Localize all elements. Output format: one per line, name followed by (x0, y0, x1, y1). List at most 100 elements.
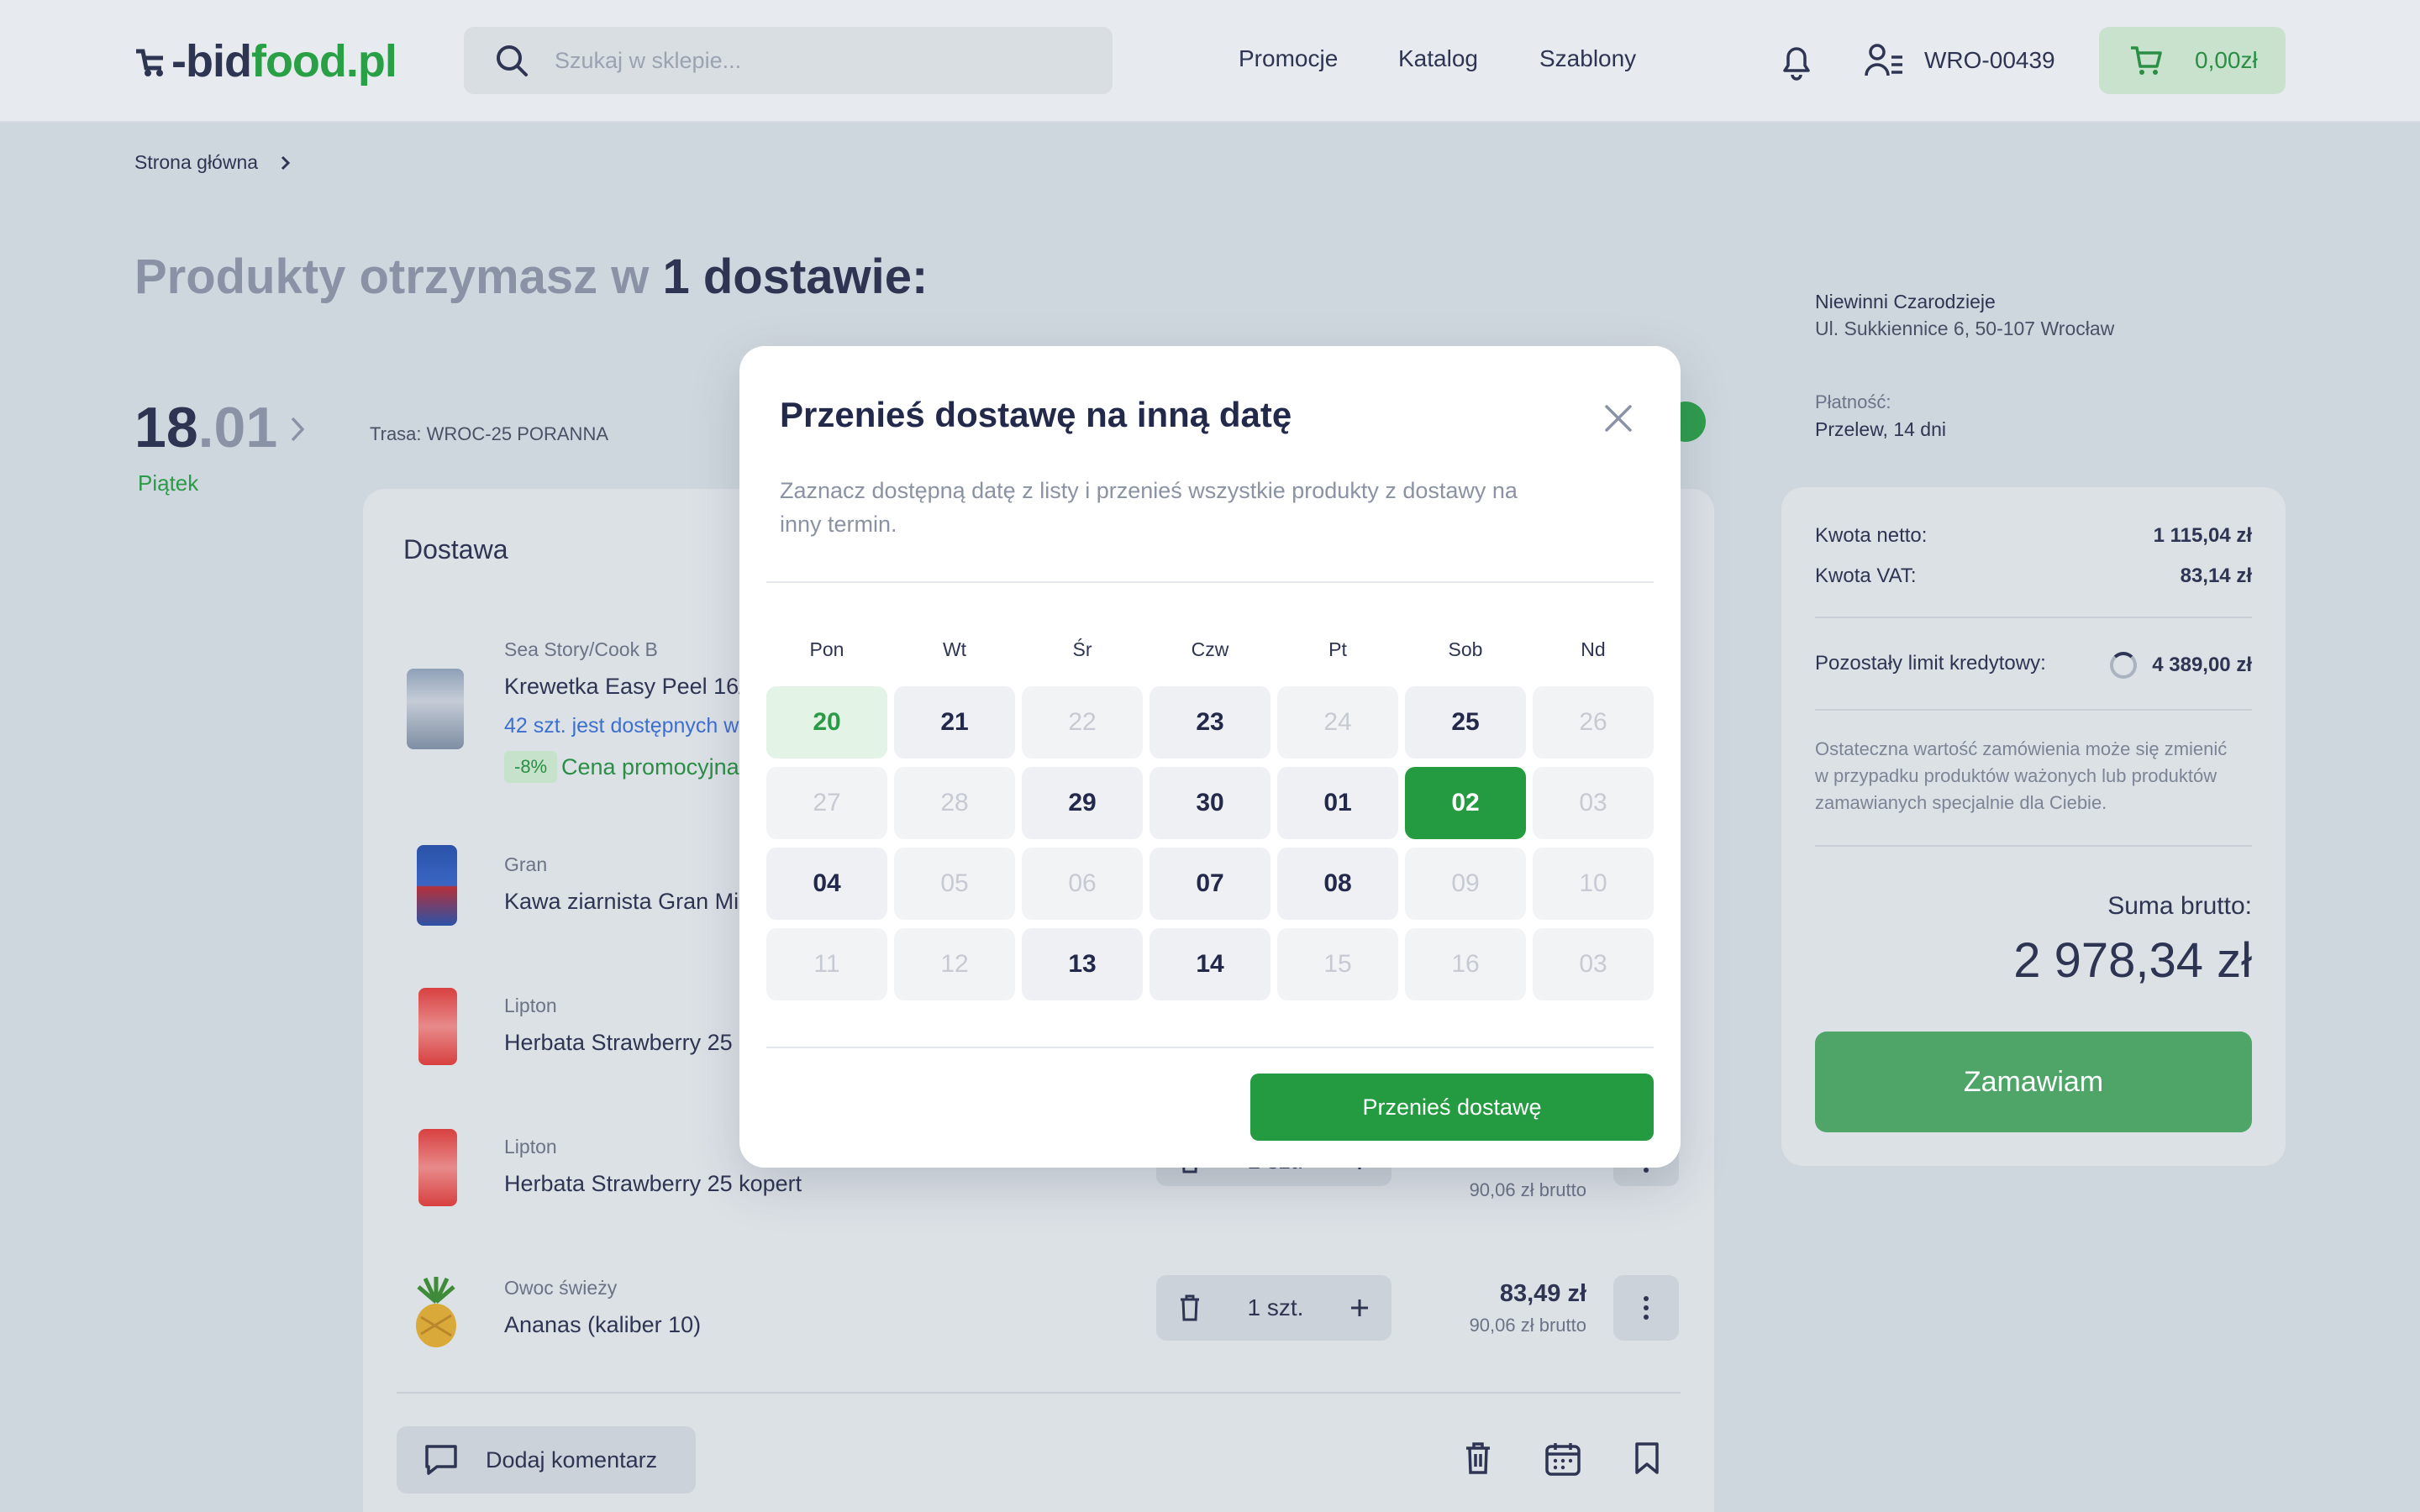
calendar-day[interactable]: 13 (1022, 928, 1143, 1000)
breadcrumb: Strona główna (134, 151, 292, 174)
place-order-button[interactable]: Zamawiam (1815, 1032, 2252, 1132)
weekday-label: Wt (942, 638, 967, 660)
add-comment-label: Dodaj komentarz (486, 1446, 658, 1473)
calendar-day-selected[interactable]: 02 (1405, 767, 1526, 839)
product-name[interactable]: Ananas (kaliber 10) (504, 1312, 701, 1338)
calendar-day[interactable]: 08 (1277, 848, 1398, 920)
breadcrumb-home[interactable]: Strona główna (134, 151, 258, 174)
bookmark-icon[interactable] (1634, 1441, 1660, 1475)
credit-label: Pozostały limit kredytowy: (1815, 652, 2046, 675)
product-image (407, 669, 464, 749)
calendar-day[interactable]: 07 (1150, 848, 1270, 920)
delivery-date-month: .01 (197, 396, 278, 459)
page-title: Produkty otrzymasz w 1 dostawie: (134, 249, 928, 305)
logo-text-bid: -bid (171, 36, 252, 87)
cart-icon (2131, 46, 2162, 75)
vat-label: Kwota VAT: (1815, 564, 1917, 587)
chevron-right-icon (281, 155, 291, 170)
credit-limit-row: Pozostały limit kredytowy: 4 389,00 zł (1815, 652, 2252, 679)
product-brand: Sea Story/Cook B (504, 638, 658, 660)
dialog-title: Przenieś dostawę na inną datę (780, 395, 1292, 434)
search-bar[interactable] (464, 27, 1113, 94)
calendar-day: 27 (766, 767, 887, 839)
top-header: -bidfood.pl Promocje Katalog Szablony WR… (0, 0, 2420, 123)
more-icon (1644, 1296, 1649, 1320)
nav-szablony[interactable]: Szablony (1539, 45, 1636, 72)
calendar-day: 15 (1277, 928, 1398, 1000)
summary-divider (1815, 617, 2252, 618)
vat-amount-row: Kwota VAT: 83,14 zł (1815, 564, 2252, 588)
page-title-bold: 1 dostawie: (662, 249, 929, 304)
calendar-day[interactable]: 01 (1277, 767, 1398, 839)
trash-icon[interactable] (1178, 1294, 1202, 1321)
gross-total-value: 2 978,34 zł (2013, 933, 2252, 988)
weekday-label: Sob (1448, 638, 1483, 660)
nav-promocje[interactable]: Promocje (1239, 45, 1338, 72)
calendar-day[interactable]: 25 (1405, 686, 1526, 759)
net-amount-row: Kwota netto: 1 115,04 zł (1815, 524, 2252, 548)
payment-value: Przelew, 14 dni (1815, 418, 1946, 440)
calendar-day: 12 (894, 928, 1015, 1000)
promo-label: Cena promocyjna (561, 754, 739, 780)
calendar-day: 09 (1405, 848, 1526, 920)
price-gross: 90,06 zł brutto (1469, 1179, 1586, 1200)
product-name[interactable]: Herbata Strawberry 25 (504, 1030, 733, 1056)
nav-katalog[interactable]: Katalog (1398, 45, 1478, 72)
calendar-day[interactable]: 29 (1022, 767, 1143, 839)
calendar-day: 28 (894, 767, 1015, 839)
cart-button[interactable]: 0,00zł (2099, 27, 2286, 94)
summary-note: Ostateczna wartość zamówienia może się z… (1815, 738, 2228, 813)
company-address: Ul. Sukkiennice 6, 50-107 Wrocław (1815, 318, 2115, 339)
quantity-stepper[interactable]: 1 szt. (1156, 1275, 1392, 1341)
search-input[interactable] (555, 47, 1092, 74)
calendar-day[interactable]: 21 (894, 686, 1015, 759)
more-options-button[interactable] (1613, 1275, 1679, 1341)
reschedule-submit-button[interactable]: Przenieś dostawę (1250, 1074, 1654, 1141)
product-image (418, 1129, 457, 1206)
logo[interactable]: -bid food.pl (134, 35, 397, 87)
dialog-divider (766, 581, 1654, 583)
add-comment-button[interactable]: Dodaj komentarz (397, 1426, 696, 1494)
delivery-route: Trasa: WROC-25 PORANNA (370, 423, 609, 444)
discount-badge: -8% (504, 751, 558, 783)
summary-divider (1815, 845, 2252, 847)
close-icon[interactable] (1598, 398, 1639, 438)
product-name[interactable]: Herbata Strawberry 25 kopert (504, 1171, 802, 1197)
calendar-day: 03 (1533, 767, 1654, 839)
calendar-day[interactable]: 30 (1150, 767, 1270, 839)
product-brand: Gran (504, 853, 548, 875)
price-gross: 90,06 zł brutto (1469, 1315, 1586, 1336)
calendar-day[interactable]: 23 (1150, 686, 1270, 759)
net-value: 1 115,04 zł (2153, 524, 2252, 547)
trash-icon[interactable] (1464, 1441, 1492, 1475)
calendar-day: 06 (1022, 848, 1143, 920)
summary-divider (1815, 709, 2252, 711)
calendar-day: 03 (1533, 928, 1654, 1000)
panel-divider (397, 1392, 1681, 1394)
days-grid: 20 21 22 23 24 25 26 27 28 29 30 01 02 03 04 05 06 07 08 09… (766, 686, 1654, 1000)
delivery-weekday: Piątek (138, 470, 199, 496)
calendar-day: 16 (1405, 928, 1526, 1000)
calendar-day[interactable]: 20 (766, 686, 887, 759)
product-image (417, 845, 457, 926)
calendar-day[interactable]: 14 (1150, 928, 1270, 1000)
calendar-day[interactable]: 04 (766, 848, 887, 920)
price-net: 83,49 zł (1499, 1280, 1586, 1307)
payment-label: Płatność: (1815, 391, 1891, 412)
delivery-date: 18.01 (134, 395, 277, 460)
calendar-day: 22 (1022, 686, 1143, 759)
logo-text-food: food.pl (250, 36, 397, 87)
product-name[interactable]: Krewetka Easy Peel 16/ (504, 674, 745, 700)
next-date-chevron-icon[interactable] (289, 415, 306, 444)
calendar-day: 10 (1533, 848, 1654, 920)
account-id: WRO-00439 (1924, 47, 2055, 73)
account-menu[interactable]: WRO-00439 (1864, 42, 2055, 79)
weekday-label: Nd (1581, 638, 1606, 660)
calendar-icon[interactable] (1544, 1441, 1581, 1477)
bell-icon[interactable] (1778, 42, 1815, 81)
dialog-description: Zaznacz dostępną datę z listy i przenieś… (780, 478, 1518, 537)
product-brand: Lipton (504, 1136, 557, 1158)
credit-value: 4 389,00 zł (2152, 654, 2252, 676)
product-name[interactable]: Kawa ziarnista Gran Mi (504, 889, 739, 915)
plus-icon[interactable] (1349, 1298, 1370, 1318)
